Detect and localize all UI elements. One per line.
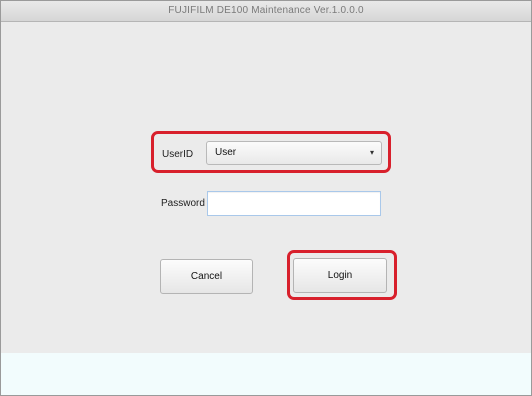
app-window: FUJIFILM DE100 Maintenance Ver.1.0.0.0 U… [0, 0, 532, 396]
window-titlebar: FUJIFILM DE100 Maintenance Ver.1.0.0.0 [1, 1, 531, 22]
password-input[interactable] [207, 191, 381, 216]
window-title: FUJIFILM DE100 Maintenance Ver.1.0.0.0 [168, 5, 364, 16]
userid-highlight-callout [151, 131, 391, 173]
footer-band [1, 353, 531, 395]
login-panel [1, 22, 531, 353]
password-label: Password [161, 198, 205, 209]
cancel-button[interactable]: Cancel [160, 259, 253, 294]
login-highlight-callout [287, 250, 397, 300]
